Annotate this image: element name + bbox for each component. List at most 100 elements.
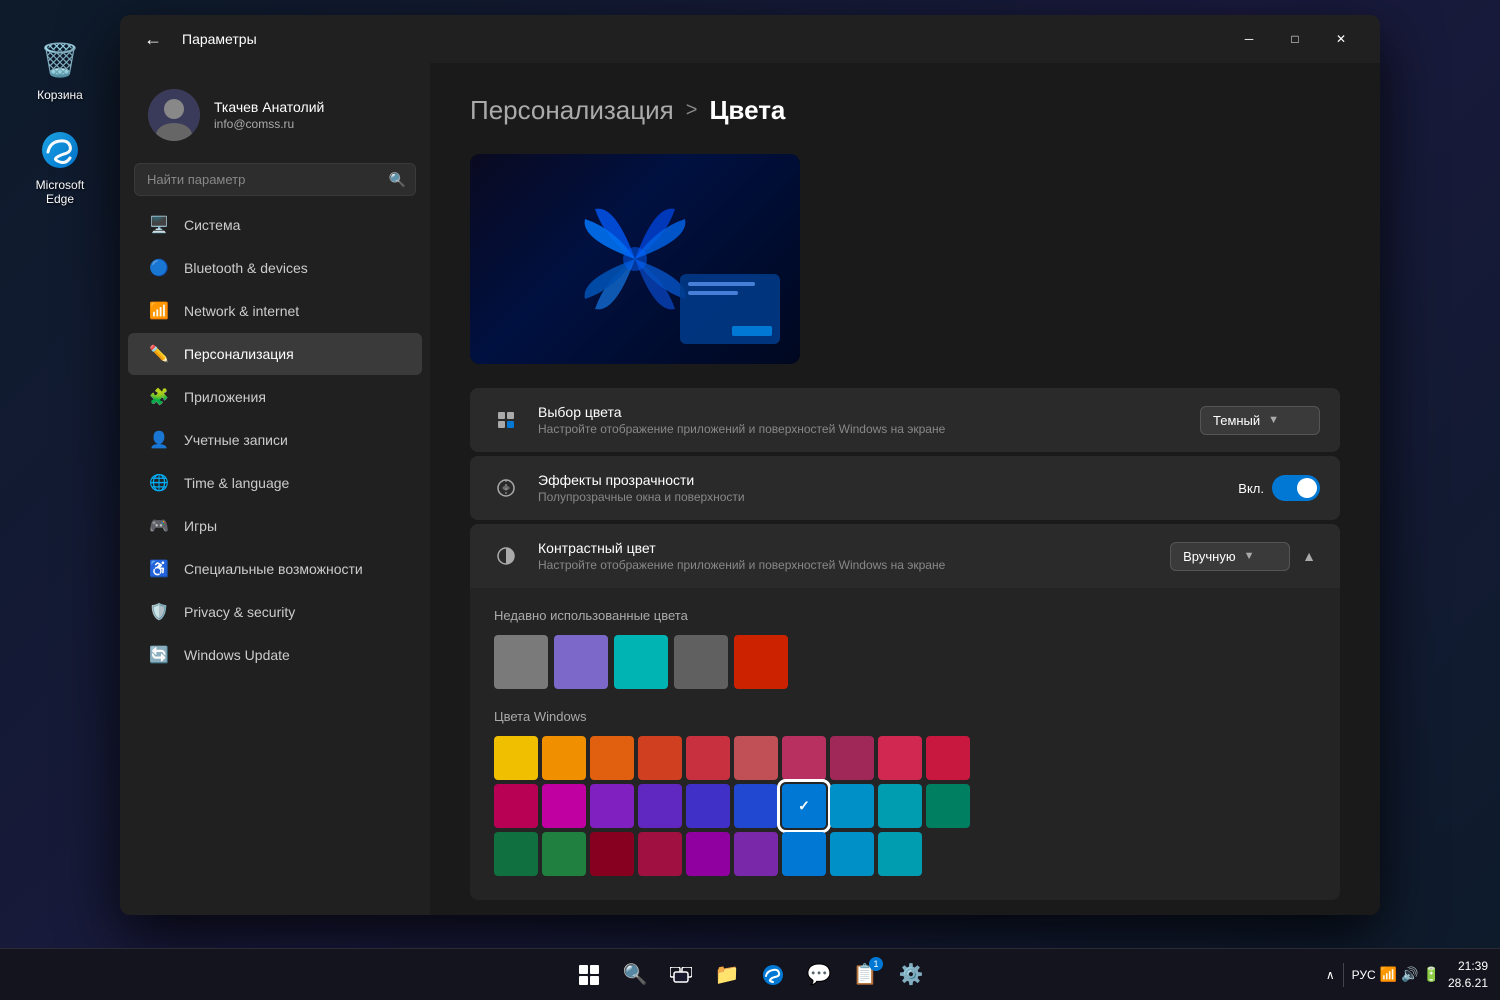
- taskbar-volume-icon[interactable]: 🔊: [1401, 966, 1418, 983]
- color-swatch-14[interactable]: [686, 784, 730, 828]
- color-swatch-18[interactable]: [878, 784, 922, 828]
- sidebar-item-accounts[interactable]: 👤 Учетные записи: [128, 419, 422, 461]
- recent-swatch-4[interactable]: [734, 635, 788, 689]
- taskbar-chat-button[interactable]: 💬: [799, 955, 839, 995]
- color-choice-row[interactable]: Выбор цвета Настройте отображение прилож…: [470, 388, 1340, 452]
- color-swatch-12[interactable]: [590, 784, 634, 828]
- color-swatch-5[interactable]: [734, 736, 778, 780]
- window-title: Параметры: [182, 31, 257, 47]
- accessibility-nav-icon: ♿: [148, 558, 170, 580]
- time-nav-icon: 🌐: [148, 472, 170, 494]
- color-swatch-2[interactable]: [590, 736, 634, 780]
- search-input[interactable]: [134, 163, 416, 196]
- taskbar-date: 28.6.21: [1448, 975, 1488, 992]
- recent-swatch-1[interactable]: [554, 635, 608, 689]
- taskbar-settings-button[interactable]: ⚙️: [891, 955, 931, 995]
- taskbar-edge-button[interactable]: [753, 955, 793, 995]
- taskbar-taskview-button[interactable]: [661, 955, 701, 995]
- sidebar: Ткачев Анатолий info@comss.ru 🔍 🖥️ Систе…: [120, 63, 430, 915]
- title-bar-left: ← Параметры: [136, 25, 257, 54]
- color-swatch-10[interactable]: [494, 784, 538, 828]
- color-swatch-0[interactable]: [494, 736, 538, 780]
- color-choice-value: Темный: [1213, 413, 1260, 428]
- sidebar-item-time[interactable]: 🌐 Time & language: [128, 462, 422, 504]
- color-swatch-20[interactable]: [494, 832, 538, 876]
- color-swatch-22[interactable]: [590, 832, 634, 876]
- contrast-text: Контрастный цвет Настройте отображение п…: [538, 540, 1154, 572]
- contrast-row[interactable]: Контрастный цвет Настройте отображение п…: [470, 524, 1340, 588]
- recent-swatch-3[interactable]: [674, 635, 728, 689]
- contrast-icon: [490, 540, 522, 572]
- color-swatch-28[interactable]: [878, 832, 922, 876]
- accounts-nav-icon: 👤: [148, 429, 170, 451]
- taskbar-start-button[interactable]: [569, 955, 609, 995]
- transparency-control: Вкл.: [1238, 475, 1320, 501]
- color-swatch-27[interactable]: [830, 832, 874, 876]
- color-swatch-11[interactable]: [542, 784, 586, 828]
- contrast-dropdown[interactable]: Вручную ▼: [1170, 542, 1290, 571]
- time-nav-label: Time & language: [184, 475, 289, 491]
- color-swatch-24[interactable]: [686, 832, 730, 876]
- recent-swatch-2[interactable]: [614, 635, 668, 689]
- recent-colors-swatches: [494, 635, 1316, 689]
- color-swatch-4[interactable]: [686, 736, 730, 780]
- color-swatch-6[interactable]: [782, 736, 826, 780]
- minimize-button[interactable]: ─: [1226, 23, 1272, 55]
- sidebar-item-system[interactable]: 🖥️ Система: [128, 204, 422, 246]
- windows-colors-grid: [494, 736, 994, 876]
- color-choice-dropdown[interactable]: Темный ▼: [1200, 406, 1320, 435]
- breadcrumb-parent[interactable]: Персонализация: [470, 95, 674, 126]
- taskbar-search-button[interactable]: 🔍: [615, 955, 655, 995]
- sidebar-item-update[interactable]: 🔄 Windows Update: [128, 634, 422, 676]
- maximize-button[interactable]: □: [1272, 23, 1318, 55]
- color-swatch-21[interactable]: [542, 832, 586, 876]
- sidebar-item-bluetooth[interactable]: 🔵 Bluetooth & devices: [128, 247, 422, 289]
- desktop-icon-recycle-bin[interactable]: 🗑️ Корзина: [20, 30, 100, 108]
- preview-button-mockup: [732, 326, 772, 336]
- back-button[interactable]: ←: [136, 25, 170, 54]
- user-info: Ткачев Анатолий info@comss.ru: [214, 99, 402, 131]
- recent-swatch-0[interactable]: [494, 635, 548, 689]
- breadcrumb: Персонализация > Цвета: [470, 95, 1340, 126]
- color-swatch-19[interactable]: [926, 784, 970, 828]
- contrast-collapse-button[interactable]: ▲: [1298, 544, 1320, 568]
- color-swatch-1[interactable]: [542, 736, 586, 780]
- transparency-row[interactable]: Эффекты прозрачности Полупрозрачные окна…: [470, 456, 1340, 520]
- color-swatch-25[interactable]: [734, 832, 778, 876]
- color-swatch-3[interactable]: [638, 736, 682, 780]
- taskbar-battery-icon[interactable]: 🔋: [1423, 966, 1440, 983]
- close-button[interactable]: ✕: [1318, 23, 1364, 55]
- sidebar-item-accessibility[interactable]: ♿ Специальные возможности: [128, 548, 422, 590]
- color-swatch-17[interactable]: [830, 784, 874, 828]
- taskbar-language-indicator[interactable]: РУС: [1352, 968, 1376, 982]
- color-swatch-13[interactable]: [638, 784, 682, 828]
- taskbar-clock[interactable]: 21:39 28.6.21: [1448, 958, 1488, 992]
- color-swatch-15[interactable]: [734, 784, 778, 828]
- user-profile[interactable]: Ткачев Анатолий info@comss.ru: [128, 75, 422, 155]
- color-swatch-9[interactable]: [926, 736, 970, 780]
- taskbar-store-button[interactable]: 📋 1: [845, 955, 885, 995]
- system-nav-icon: 🖥️: [148, 214, 170, 236]
- taskbar-explorer-button[interactable]: 📁: [707, 955, 747, 995]
- sidebar-item-network[interactable]: 📶 Network & internet: [128, 290, 422, 332]
- taskbar-chevron-icon[interactable]: ∧: [1326, 968, 1335, 982]
- preview-window-lines: [688, 282, 772, 295]
- sidebar-item-personalization[interactable]: ✏️ Персонализация: [128, 333, 422, 375]
- color-swatch-7[interactable]: [830, 736, 874, 780]
- sidebar-item-privacy[interactable]: 🛡️ Privacy & security: [128, 591, 422, 633]
- sidebar-item-apps[interactable]: 🧩 Приложения: [128, 376, 422, 418]
- taskbar: 🔍 📁 💬 📋: [0, 948, 1500, 1000]
- color-swatch-23[interactable]: [638, 832, 682, 876]
- color-swatch-8[interactable]: [878, 736, 922, 780]
- recycle-bin-label: Корзина: [37, 88, 83, 102]
- color-swatch-26[interactable]: [782, 832, 826, 876]
- accessibility-nav-label: Специальные возможности: [184, 561, 363, 577]
- update-nav-icon: 🔄: [148, 644, 170, 666]
- transparency-toggle[interactable]: [1272, 475, 1320, 501]
- color-swatch-16[interactable]: [782, 784, 826, 828]
- title-bar-controls: ─ □ ✕: [1226, 23, 1364, 55]
- taskbar-wifi-icon[interactable]: 📶: [1380, 966, 1397, 983]
- sidebar-item-gaming[interactable]: 🎮 Игры: [128, 505, 422, 547]
- title-bar: ← Параметры ─ □ ✕: [120, 15, 1380, 63]
- desktop-icon-edge[interactable]: Microsoft Edge: [20, 120, 100, 212]
